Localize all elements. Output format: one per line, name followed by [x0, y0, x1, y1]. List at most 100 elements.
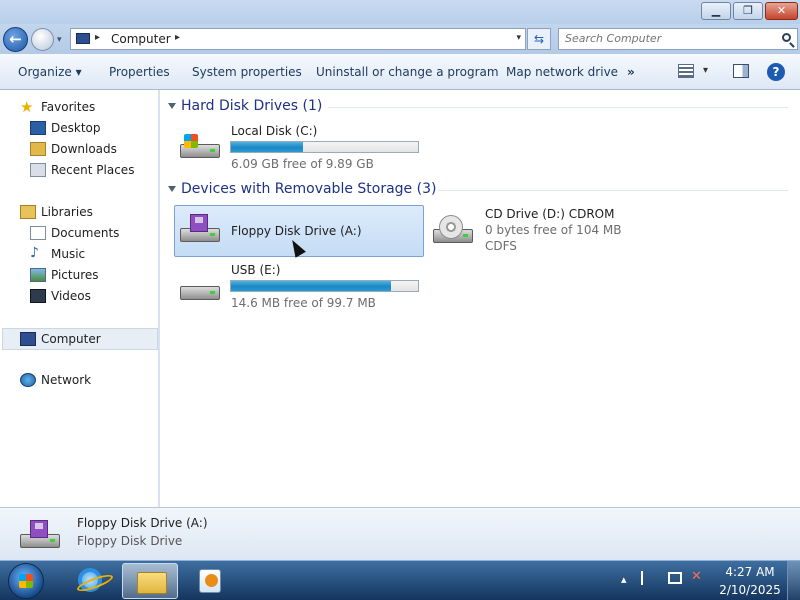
- details-pane: Floppy Disk Drive (A:) Floppy Disk Drive: [0, 507, 800, 560]
- cd-drive-icon: [431, 215, 475, 247]
- file-view: Hard Disk Drives (1) Local Disk (C:) 6.0…: [160, 90, 800, 507]
- start-button[interactable]: [8, 563, 44, 599]
- windows-logo-icon: [19, 574, 33, 588]
- media-player-icon: [199, 569, 221, 593]
- breadcrumb-chevron-icon[interactable]: ▸: [175, 32, 180, 43]
- more-commands-button[interactable]: »: [627, 65, 635, 79]
- sidebar-item-label: Pictures: [51, 268, 99, 282]
- usage-bar: [230, 280, 419, 292]
- organize-button[interactable]: Organize ▾: [18, 65, 82, 79]
- taskbar: ▴ ✕ 4:27 AM 2/10/2025: [0, 560, 800, 600]
- refresh-button[interactable]: ⇆: [527, 28, 551, 50]
- maximize-button[interactable]: ❐: [733, 2, 763, 20]
- computer-icon: [20, 332, 36, 346]
- usb-drive-icon: [178, 274, 222, 304]
- drive-file-system: CDFS: [485, 239, 517, 253]
- sidebar-item-computer[interactable]: Computer: [2, 328, 158, 350]
- floppy-drive-icon: [178, 214, 222, 246]
- minimize-button[interactable]: ▁: [701, 2, 731, 20]
- back-button[interactable]: ←: [3, 27, 28, 52]
- clock-time[interactable]: 4:27 AM: [722, 565, 778, 579]
- desktop-icon: [30, 121, 46, 135]
- collapse-icon[interactable]: [168, 186, 176, 192]
- usage-bar: [230, 141, 419, 153]
- usage-bar-fill: [231, 142, 303, 152]
- sidebar-item-label: Recent Places: [51, 163, 135, 177]
- drive-name: CD Drive (D:) CDROM: [485, 207, 615, 221]
- network-icon: [20, 373, 36, 387]
- sidebar-item-label: Downloads: [51, 142, 117, 156]
- search-icon[interactable]: [782, 33, 791, 42]
- drive-free-space: 6.09 GB free of 9.89 GB: [231, 157, 374, 171]
- drive-cd-d[interactable]: CD Drive (D:) CDROM 0 bytes free of 104 …: [430, 205, 630, 257]
- taskbar-internet-explorer[interactable]: [62, 563, 118, 599]
- action-center-flag-icon[interactable]: [641, 571, 653, 585]
- sidebar-item-label: Libraries: [41, 205, 93, 219]
- group-divider: [328, 107, 788, 108]
- group-divider: [438, 190, 788, 191]
- sidebar-item-label: Music: [51, 247, 86, 261]
- volume-muted-icon[interactable]: ✕: [691, 569, 702, 584]
- show-hidden-icons-button[interactable]: ▴: [621, 573, 627, 586]
- drive-local-c[interactable]: Local Disk (C:) 6.09 GB free of 9.89 GB: [174, 120, 426, 172]
- taskbar-media-player[interactable]: [182, 563, 238, 599]
- show-desktop-button[interactable]: [787, 561, 800, 600]
- navigation-bar: ← ▾ ▸ Computer ▸ ▾ ⇆: [0, 24, 800, 54]
- collapse-icon[interactable]: [168, 103, 176, 109]
- hard-drive-icon: [178, 132, 222, 162]
- title-bar: ▁ ❐ ✕: [0, 0, 800, 24]
- videos-icon: [30, 289, 46, 303]
- restore-icon: ❐: [743, 4, 753, 17]
- address-bar[interactable]: ▸ Computer ▸ ▾: [70, 28, 526, 50]
- minimize-icon: ▁: [711, 4, 721, 17]
- music-note-icon: ♪: [30, 245, 39, 261]
- floppy-drive-icon: [18, 520, 62, 552]
- close-icon: ✕: [776, 4, 787, 17]
- preview-pane-icon[interactable]: [733, 64, 749, 78]
- breadcrumb-chevron-icon[interactable]: ▸: [95, 32, 100, 43]
- sidebar-item-label: Desktop: [51, 121, 101, 135]
- properties-button[interactable]: Properties: [109, 65, 170, 79]
- internet-explorer-icon: [78, 568, 102, 592]
- sidebar-item-label: Videos: [51, 289, 91, 303]
- back-arrow-icon: ←: [9, 30, 22, 48]
- map-network-drive-button[interactable]: Map network drive: [506, 65, 618, 79]
- computer-icon: [76, 33, 90, 44]
- search-box[interactable]: [558, 28, 798, 50]
- uninstall-program-button[interactable]: Uninstall or change a program: [316, 65, 499, 79]
- clock-date[interactable]: 2/10/2025: [718, 583, 782, 597]
- downloads-folder-icon: [30, 142, 46, 156]
- usage-bar-fill: [231, 281, 391, 291]
- network-status-icon[interactable]: [668, 572, 682, 584]
- pictures-icon: [30, 268, 46, 282]
- search-input[interactable]: [565, 32, 765, 45]
- drive-free-space: 14.6 MB free of 99.7 MB: [231, 296, 376, 310]
- help-icon[interactable]: ?: [767, 63, 785, 81]
- address-dropdown-icon[interactable]: ▾: [516, 33, 521, 43]
- star-icon: ★: [20, 98, 34, 116]
- sidebar-item-label: Network: [41, 373, 92, 387]
- change-view-icon[interactable]: [678, 64, 694, 78]
- forward-button[interactable]: [31, 28, 54, 51]
- recent-pages-button[interactable]: ▾: [57, 35, 62, 45]
- navigation-pane: ★ Favorites Desktop Downloads Recent Pla…: [0, 90, 159, 507]
- drive-usb-e[interactable]: USB (E:) 14.6 MB free of 99.7 MB: [174, 260, 426, 312]
- views-dropdown-icon[interactable]: ▾: [703, 65, 708, 76]
- drive-name: Floppy Disk Drive (A:): [231, 224, 362, 238]
- libraries-icon: [20, 205, 36, 219]
- group-hard-disk-drives[interactable]: Hard Disk Drives (1): [168, 98, 788, 120]
- folder-icon: [137, 572, 167, 594]
- group-heading: Devices with Removable Storage (3): [181, 181, 437, 197]
- drive-name: USB (E:): [231, 263, 281, 277]
- close-button[interactable]: ✕: [765, 2, 798, 20]
- group-heading: Hard Disk Drives (1): [181, 98, 323, 114]
- taskbar-windows-explorer[interactable]: [122, 563, 178, 599]
- sidebar-item-label: Computer: [41, 332, 101, 346]
- drive-free-space: 0 bytes free of 104 MB: [485, 223, 622, 237]
- drive-name: Local Disk (C:): [231, 124, 318, 138]
- breadcrumb-computer[interactable]: Computer: [111, 32, 171, 46]
- details-item-name: Floppy Disk Drive (A:): [77, 516, 208, 530]
- system-properties-button[interactable]: System properties: [192, 65, 302, 79]
- recent-places-icon: [30, 163, 46, 177]
- group-removable-storage[interactable]: Devices with Removable Storage (3): [168, 181, 788, 203]
